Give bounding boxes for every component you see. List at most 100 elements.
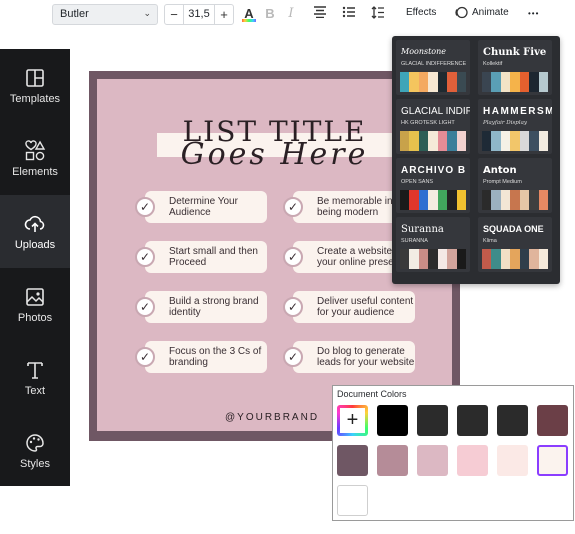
list-item-text: Deliver useful content for your audience [317, 296, 414, 318]
italic-button[interactable]: I [285, 6, 297, 22]
color-swatch[interactable] [537, 405, 568, 436]
font-combo-card[interactable]: HAMMERSM Playfair Display [478, 99, 552, 154]
font-combo-name: Anton [483, 165, 517, 176]
font-combo-sub: Prompt Medium [483, 179, 522, 185]
font-combo-sub: HK GROTESK LIGHT [401, 120, 455, 126]
bold-button[interactable]: B [264, 6, 276, 22]
text-toolbar: Butler ⌄ − 31,5 + A B I Effects Animate … [48, 0, 558, 28]
font-combo-name: Chunk Five [483, 47, 547, 58]
color-swatch[interactable] [337, 445, 368, 476]
left-sidebar: Templates Elements Uploads Photos Text S… [0, 49, 70, 486]
sidebar-item-uploads[interactable]: Uploads [0, 195, 70, 268]
color-swatch[interactable] [417, 405, 448, 436]
list-item-text: Start small and then Proceed [169, 246, 258, 268]
list-item[interactable]: Start small and then Proceed [145, 241, 267, 273]
list-item[interactable]: Focus on the 3 Cs of branding [145, 341, 267, 373]
list-item[interactable]: Deliver useful content for your audience [293, 291, 415, 323]
color-swatch-row [400, 249, 466, 269]
color-swatch-row [482, 190, 548, 210]
effects-button[interactable]: Effects [406, 7, 436, 18]
font-combo-sub: SURANNA [401, 238, 428, 244]
text-icon [27, 361, 43, 379]
sidebar-item-label: Styles [20, 457, 50, 470]
uploads-icon [24, 215, 45, 232]
checkmark-icon: ✓ [283, 197, 303, 217]
font-size-input[interactable]: 31,5 [183, 5, 215, 24]
line-spacing-icon[interactable] [370, 6, 386, 22]
list-item-text: Create a website to your online prese [317, 246, 404, 268]
font-combo-sub: OPEN SANS [401, 179, 434, 185]
text-color-icon[interactable]: A [242, 6, 256, 22]
sidebar-item-label: Photos [17, 311, 53, 324]
color-swatch-row [482, 131, 548, 151]
photos-icon [26, 287, 44, 306]
more-options-button[interactable]: ••• [528, 9, 539, 18]
checkmark-icon: ✓ [283, 297, 303, 317]
list-item-text: Do blog to generate leads for your websi… [317, 346, 415, 368]
checkmark-icon: ✓ [135, 347, 155, 367]
checkmark-icon: ✓ [283, 247, 303, 267]
sidebar-item-text[interactable]: Text [0, 341, 70, 414]
add-color-button[interactable]: + [337, 405, 368, 436]
list-item-text: Build a strong brand identity [169, 296, 259, 318]
editor-root: Butler ⌄ − 31,5 + A B I Effects Animate … [0, 0, 575, 534]
font-combo-name: SQUADA ONE [483, 224, 544, 234]
font-combo-sub: Klima [483, 238, 497, 244]
increase-font-size-button[interactable]: + [215, 7, 233, 22]
color-swatch[interactable] [457, 445, 488, 476]
sidebar-item-photos[interactable]: Photos [0, 268, 70, 341]
chevron-down-icon: ⌄ [143, 8, 151, 18]
font-combo-name: HAMMERSM [483, 106, 552, 117]
decrease-font-size-button[interactable]: − [165, 7, 183, 22]
checkmark-icon: ✓ [135, 197, 155, 217]
color-swatch-row [400, 131, 466, 151]
list-item[interactable]: Do blog to generate leads for your websi… [293, 341, 415, 373]
checkmark-icon: ✓ [135, 297, 155, 317]
color-swatch-row [482, 249, 548, 269]
font-combo-card[interactable]: Moonstone GLACIAL INDIFFERENCE [396, 40, 470, 95]
font-combo-card[interactable]: SQUADA ONE Klima [478, 217, 552, 272]
font-combo-card[interactable]: ARCHIVO B OPEN SANS [396, 158, 470, 213]
list-item[interactable]: Determine Your Audience [145, 191, 267, 223]
sidebar-item-label: Elements [12, 165, 58, 178]
animate-button[interactable]: Animate [472, 7, 509, 18]
brand-handle-text[interactable]: @YOURBRAND [225, 412, 319, 423]
font-combo-name: Suranna [401, 224, 444, 235]
color-swatch-row [400, 190, 466, 210]
font-combo-sub: GLACIAL INDIFFERENCE [401, 61, 467, 67]
color-swatch[interactable] [457, 405, 488, 436]
font-family-dropdown[interactable]: Butler ⌄ [52, 4, 158, 25]
color-swatch-selected[interactable] [537, 445, 568, 476]
list-item-text: Determine Your Audience [169, 196, 238, 218]
font-size-stepper[interactable]: − 31,5 + [164, 4, 234, 25]
sidebar-item-elements[interactable]: Elements [0, 122, 70, 195]
font-combo-sub: Kollektif [483, 61, 503, 67]
document-colors-header: Document Colors [337, 389, 407, 399]
color-swatch[interactable] [377, 405, 408, 436]
animate-icon[interactable] [454, 6, 468, 22]
sidebar-item-label: Templates [9, 92, 61, 105]
elements-icon [25, 139, 46, 160]
list-item-text: Be memorable in of being modern [317, 196, 404, 218]
align-center-icon[interactable] [312, 6, 328, 22]
font-combo-card[interactable]: Chunk Five Kollektif [478, 40, 552, 95]
font-combo-sub: Playfair Display [483, 120, 527, 126]
styles-icon [26, 433, 44, 452]
color-swatch[interactable] [497, 405, 528, 436]
color-swatch[interactable] [497, 445, 528, 476]
sidebar-item-styles[interactable]: Styles [0, 414, 70, 487]
bullet-list-icon[interactable] [341, 6, 357, 22]
font-combo-name: Moonstone [401, 47, 446, 56]
color-swatch[interactable] [377, 445, 408, 476]
font-family-value: Butler [60, 8, 89, 20]
templates-icon [26, 68, 44, 87]
sidebar-item-label: Text [24, 384, 46, 397]
font-combo-card[interactable]: Suranna SURANNA [396, 217, 470, 272]
color-swatch[interactable] [417, 445, 448, 476]
font-combo-card[interactable]: Anton Prompt Medium [478, 158, 552, 213]
font-combo-card[interactable]: GLACIAL INDIF HK GROTESK LIGHT [396, 99, 470, 154]
font-combo-name: ARCHIVO B [401, 165, 467, 176]
sidebar-item-templates[interactable]: Templates [0, 49, 70, 122]
color-swatch[interactable] [337, 485, 368, 516]
list-item[interactable]: Build a strong brand identity [145, 291, 267, 323]
